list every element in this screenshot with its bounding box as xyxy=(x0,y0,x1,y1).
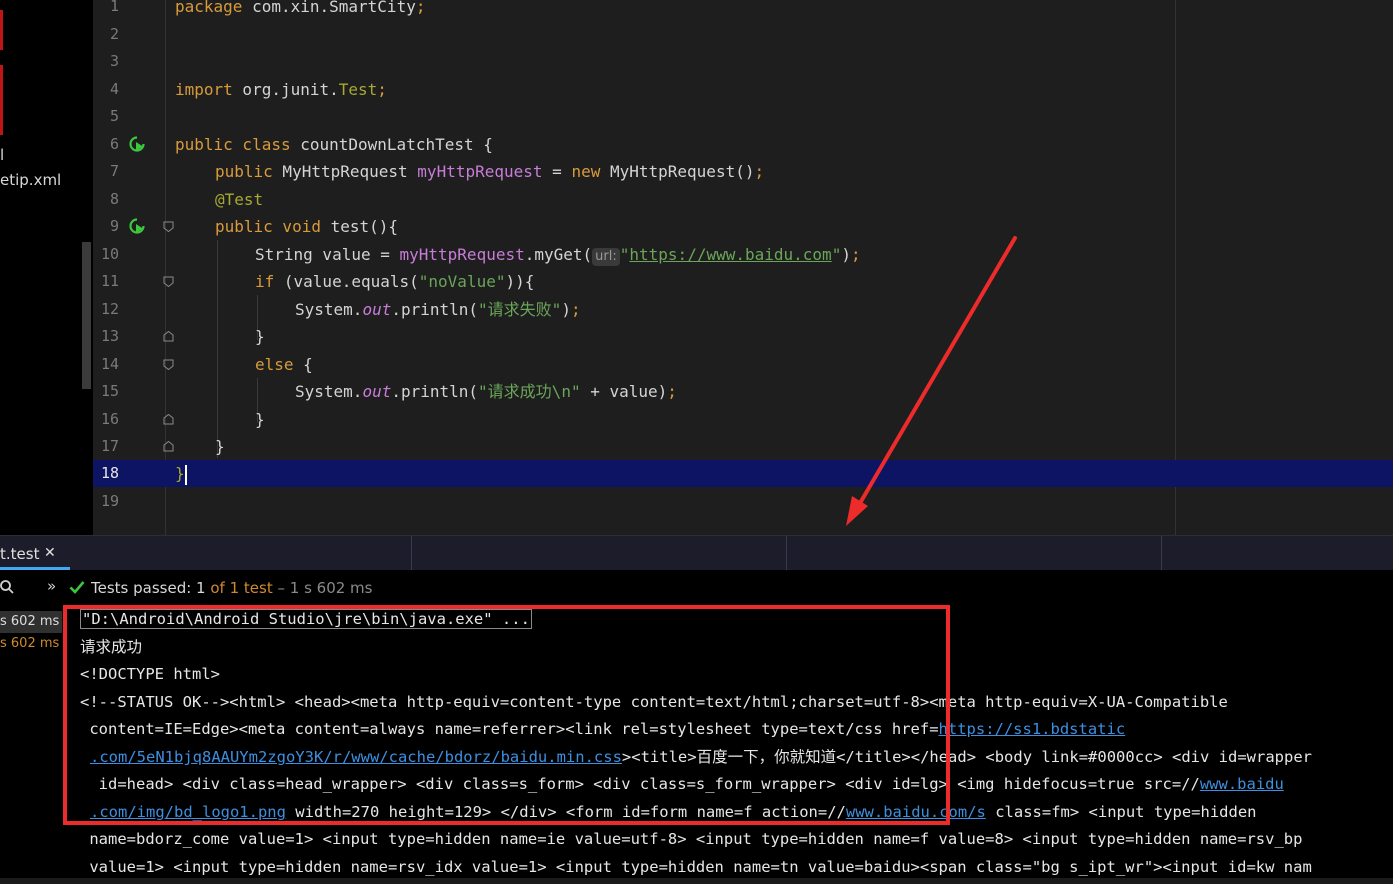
line-number: 6 xyxy=(109,135,119,153)
test-tree-item[interactable]: s 602 ms xyxy=(0,611,62,633)
line-number: 16 xyxy=(100,410,119,428)
line-code: if (value.equals("noValue")){ xyxy=(255,272,535,291)
fold-icon[interactable] xyxy=(163,359,174,370)
bottom-toolbar xyxy=(0,878,1393,884)
more-actions-icon[interactable]: » xyxy=(47,577,56,595)
line-number: 1 xyxy=(109,0,119,15)
code-line[interactable]: 1 package com.xin.SmartCity; xyxy=(93,0,1393,20)
tab-divider xyxy=(1161,536,1162,570)
run-tab-bar: t.test ✕ xyxy=(0,535,1393,570)
css-link[interactable]: https://ss1.bdstatic xyxy=(939,720,1126,738)
code-line[interactable]: 8 @Test xyxy=(93,186,1393,213)
run-tab[interactable]: t.test ✕ xyxy=(0,536,70,570)
fold-end-icon[interactable] xyxy=(163,331,174,342)
image-link[interactable]: www.baidu xyxy=(1200,775,1284,793)
code-line[interactable]: 11 if (value.equals("noValue")){ xyxy=(93,268,1393,295)
test-status-bar: » Tests passed: 1 of 1 test – 1 s 602 ms xyxy=(0,570,1393,605)
code-line[interactable]: 7 public MyHttpRequest myHttpRequest = n… xyxy=(93,158,1393,185)
line-code: else { xyxy=(255,355,313,374)
project-scrollbar[interactable] xyxy=(82,242,91,389)
fold-icon[interactable] xyxy=(163,221,174,232)
line-code: } xyxy=(175,464,187,485)
test-tree: s 602 ms s 602 ms xyxy=(0,605,62,884)
code-line[interactable]: 10 String value = myHttpRequest.myGet(ur… xyxy=(93,241,1393,268)
fold-end-icon[interactable] xyxy=(163,441,174,452)
code-line[interactable]: 16 } xyxy=(93,406,1393,433)
line-code: String value = myHttpRequest.myGet(url: "… xyxy=(255,245,861,266)
check-icon xyxy=(69,581,85,594)
line-code: System.out.println("请求成功\n" + value); xyxy=(295,382,677,401)
line-code: } xyxy=(215,437,225,456)
line-number: 12 xyxy=(100,300,119,318)
tab-divider xyxy=(411,536,412,570)
line-code: public class countDownLatchTest { xyxy=(175,135,493,154)
line-number: 5 xyxy=(109,107,119,125)
code-line[interactable]: 17 } xyxy=(93,433,1393,460)
line-code: } xyxy=(255,410,265,429)
run-test-icon[interactable] xyxy=(129,136,145,152)
line-number: 9 xyxy=(109,217,119,235)
line-number: 18 xyxy=(100,464,119,482)
run-tab-label: t.test xyxy=(0,545,40,563)
search-icon[interactable] xyxy=(0,580,14,594)
line-number: 17 xyxy=(100,437,119,455)
project-panel: l etip.xml xyxy=(0,0,82,535)
line-number: 8 xyxy=(109,190,119,208)
code-line[interactable]: 3 xyxy=(93,48,1393,75)
console-line: name=bdorz_come value=1> <input type=hid… xyxy=(80,830,1303,848)
vcs-marker xyxy=(0,65,3,135)
url-link[interactable]: https://www.baidu.com xyxy=(629,245,831,264)
close-icon[interactable]: ✕ xyxy=(44,545,56,561)
code-line[interactable]: 12 System.out.println("请求失败"); xyxy=(93,296,1393,323)
test-tree-item[interactable]: s 602 ms xyxy=(0,636,59,651)
line-number: 3 xyxy=(109,52,119,70)
code-line[interactable]: 9 public void test(){ xyxy=(93,213,1393,240)
line-code: package com.xin.SmartCity; xyxy=(175,0,426,16)
line-code: import org.junit.Test; xyxy=(175,80,387,99)
annotation-box xyxy=(63,605,950,825)
line-number: 7 xyxy=(109,162,119,180)
project-item[interactable]: etip.xml xyxy=(0,171,61,189)
project-item[interactable]: l xyxy=(0,146,4,164)
code-line[interactable]: 15 System.out.println("请求成功\n" + value); xyxy=(93,378,1393,405)
line-code: public MyHttpRequest myHttpRequest = new… xyxy=(215,162,765,181)
line-number: 10 xyxy=(100,245,119,263)
line-code: @Test xyxy=(215,190,264,209)
line-code: public void test(){ xyxy=(215,217,399,236)
code-line[interactable]: 14 else { xyxy=(93,351,1393,378)
code-line-current[interactable]: 18 } xyxy=(93,460,1393,487)
line-number: 14 xyxy=(100,355,119,373)
line-number: 2 xyxy=(109,25,119,43)
run-test-icon[interactable] xyxy=(129,218,145,234)
code-line[interactable]: 2 xyxy=(93,21,1393,48)
line-code: } xyxy=(255,327,265,346)
code-line[interactable]: 13 } xyxy=(93,323,1393,350)
code-line[interactable]: 6 public class countDownLatchTest { xyxy=(93,131,1393,158)
line-code: System.out.println("请求失败"); xyxy=(295,300,581,319)
text-caret xyxy=(184,464,187,485)
code-line[interactable]: 5 xyxy=(93,103,1393,130)
parameter-hint: url: xyxy=(592,248,620,266)
tab-divider xyxy=(786,536,787,570)
line-number: 11 xyxy=(100,272,119,290)
fold-end-icon[interactable] xyxy=(163,414,174,425)
console-line: value=1> <input type=hidden name=rsv_idx… xyxy=(80,858,1312,876)
line-number: 19 xyxy=(100,492,119,510)
vcs-marker xyxy=(0,10,3,50)
tests-passed-status: Tests passed: 1 of 1 test – 1 s 602 ms xyxy=(91,579,373,597)
line-number: 13 xyxy=(100,327,119,345)
code-line[interactable]: 4 import org.junit.Test; xyxy=(93,76,1393,103)
line-number: 15 xyxy=(100,382,119,400)
fold-icon[interactable] xyxy=(163,276,174,287)
line-number: 4 xyxy=(109,80,119,98)
code-line[interactable]: 19 xyxy=(93,488,1393,515)
